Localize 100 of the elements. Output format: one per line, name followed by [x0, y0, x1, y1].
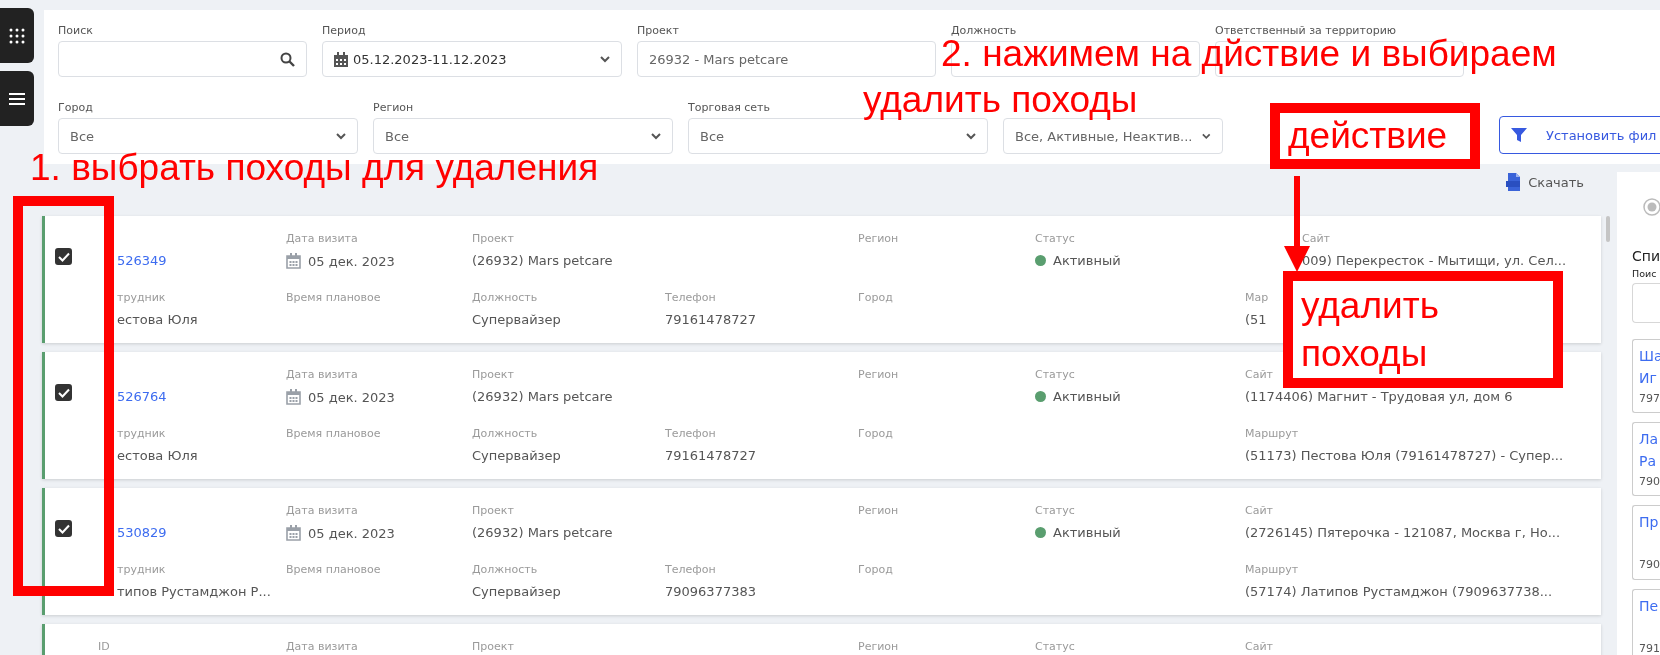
field-value: Супервайзер	[472, 312, 561, 327]
field-label: Поис	[1632, 268, 1657, 279]
field-label: Сайт	[1245, 504, 1273, 518]
field-label: Проект	[472, 368, 514, 382]
person-card[interactable]: Пе 791	[1632, 588, 1660, 655]
checkbox[interactable]	[55, 248, 72, 265]
filter-field[interactable]: Все	[373, 118, 673, 154]
person-card[interactable]: Ла Ра 790	[1632, 421, 1660, 497]
field-value: (1174406) Магнит - Трудовая ул, дом 6	[1245, 389, 1513, 404]
field-label: Время плановое	[286, 427, 381, 441]
person-name: Ра	[1639, 452, 1657, 471]
field-value: (51173) Пестова Юля (79161478727) - Супер...	[1245, 448, 1564, 463]
field-label: Регион	[858, 504, 899, 518]
checkbox[interactable]	[55, 520, 72, 537]
download-button[interactable]: Скачать	[1506, 173, 1584, 191]
chevron-icon	[651, 132, 661, 140]
chevron-icon	[600, 55, 610, 63]
field-label: Проект	[472, 504, 514, 518]
visit-id-link[interactable]: 526349	[117, 253, 167, 268]
person-name: Пе	[1639, 597, 1659, 616]
field-label: Статус	[1035, 640, 1075, 654]
field-label: ID	[98, 640, 110, 654]
funnel-icon	[1510, 126, 1528, 144]
field-label: Маршрут	[1245, 563, 1299, 577]
field-label: Город	[858, 563, 893, 577]
person-phone: 790	[1639, 558, 1660, 572]
person-phone: 797	[1639, 391, 1660, 405]
chevron-icon	[336, 132, 346, 140]
field-label: Регион	[858, 640, 899, 654]
filter-label: Ответственный за территорию	[1215, 24, 1397, 38]
radio-icon[interactable]	[1643, 198, 1660, 216]
search-icon	[280, 51, 295, 67]
field-label: Статус	[1035, 368, 1075, 382]
calendar-icon	[334, 51, 348, 67]
panel-title: Спи	[1632, 248, 1660, 264]
field-value: (26932) Mars petcare	[472, 389, 613, 404]
search-field[interactable]	[1632, 283, 1660, 323]
spreadsheet-file-icon	[1506, 173, 1523, 191]
field-label: Сайт	[1245, 368, 1273, 382]
status-text: Активный	[1053, 389, 1121, 404]
field-label: Телефон	[665, 427, 716, 441]
field-label: Маршрут	[1245, 427, 1299, 441]
field-value: типов Рустамджон Р...	[117, 584, 271, 599]
status-text: Активный	[1053, 253, 1121, 268]
field-label: Должность	[472, 427, 538, 441]
field-value: 009) Перекресток - Мытищи, ул. Сел...	[1302, 253, 1567, 268]
person-card[interactable]: Пр 790	[1632, 505, 1660, 580]
field-label: трудник	[117, 291, 166, 305]
field-label: Статус	[1035, 232, 1075, 246]
status-text: Активный	[1053, 525, 1121, 540]
chevron-icon	[966, 132, 976, 140]
person-name: Иг	[1639, 369, 1657, 388]
field-label: Дата визита	[286, 368, 358, 382]
annotation-callout: действие	[1270, 103, 1480, 169]
filter-label: Торговая сеть	[688, 101, 770, 115]
calendar-icon	[286, 389, 301, 405]
field-label: Мар	[1245, 291, 1269, 305]
person-name: Пр	[1639, 514, 1659, 533]
filter-field[interactable]: 05.12.2023-11.12.2023	[322, 41, 622, 77]
filter-field[interactable]	[58, 41, 307, 77]
field-value: 79161478727	[665, 448, 756, 463]
filter-label: Должность	[951, 24, 1017, 38]
menu-button[interactable]	[0, 71, 34, 126]
field-label: Регион	[858, 232, 899, 246]
field-label: Регион	[858, 368, 899, 382]
field-label: трудник	[117, 563, 166, 577]
field-label: Сайт	[1245, 640, 1273, 654]
field-label: Время плановое	[286, 291, 381, 305]
filter-label: Регион	[373, 101, 414, 115]
field-value: Супервайзер	[472, 584, 561, 599]
annotation-callout: удалить походы	[1283, 271, 1563, 388]
field-label: Статус	[1035, 504, 1075, 518]
chevron-icon	[1202, 132, 1211, 140]
visit-date: 05 дек. 2023	[308, 525, 395, 541]
filter-label: Период	[322, 24, 366, 38]
filter-field[interactable]: 26932 - Mars petcare	[637, 41, 936, 77]
field-label: Город	[858, 427, 893, 441]
checkbox[interactable]	[55, 384, 72, 401]
annotation-text: 2. нажимем на дйствие и выбираем	[941, 36, 1557, 72]
apps-button[interactable]	[0, 8, 34, 63]
apply-filter-button[interactable]: Установить фил	[1499, 116, 1660, 154]
visit-id-link[interactable]: 526764	[117, 389, 167, 404]
field-value: естова Юля	[117, 448, 198, 463]
field-label: трудник	[117, 427, 166, 441]
field-label: Время плановое	[286, 563, 381, 577]
field-value: естова Юля	[117, 312, 198, 327]
calendar-icon	[286, 525, 301, 541]
field-label: Город	[858, 291, 893, 305]
field-value: (57174) Латипов Рустамджон (7909637738...	[1245, 584, 1553, 599]
field-value: 79096377383	[665, 584, 756, 599]
field-label: Сайт	[1302, 232, 1330, 246]
field-value: 79161478727	[665, 312, 756, 327]
person-phone: 791	[1639, 641, 1660, 655]
grid-icon	[9, 27, 25, 44]
person-phone: 790	[1639, 474, 1660, 488]
field-value: (26932) Mars petcare	[472, 253, 613, 268]
field-label: Телефон	[665, 563, 716, 577]
calendar-icon	[286, 253, 301, 269]
person-name: Ла	[1639, 430, 1659, 449]
visit-id-link[interactable]: 530829	[117, 525, 167, 540]
